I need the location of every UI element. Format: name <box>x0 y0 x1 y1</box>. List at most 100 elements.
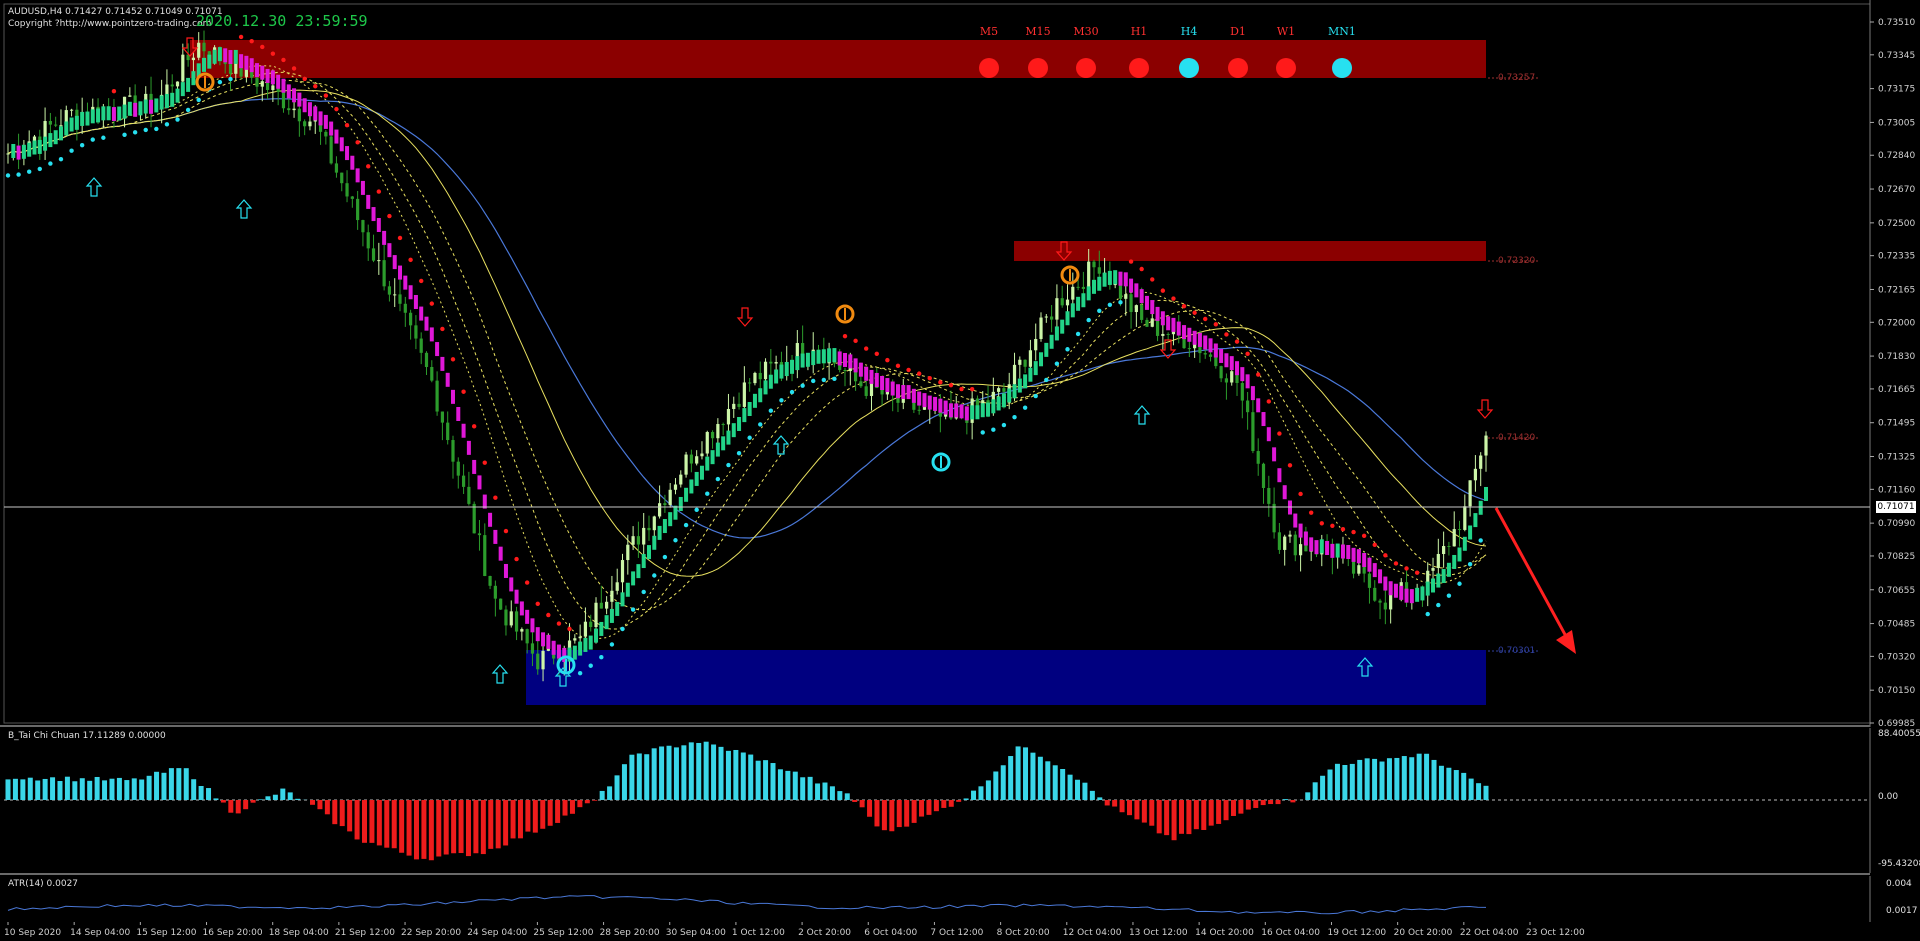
trend-ribbon-bar <box>1023 374 1028 389</box>
taichi-bar <box>399 800 405 853</box>
taichi-bar <box>391 800 397 849</box>
trend-ribbon-bar <box>1372 563 1377 578</box>
trend-ribbon-bar <box>398 265 403 280</box>
taichi-bar <box>1483 785 1489 800</box>
trailing-stop-up-dot <box>747 435 752 440</box>
price-tick-label: 0.70825 <box>1878 552 1915 562</box>
pane-divider-2[interactable] <box>0 873 1870 875</box>
trend-ribbon-bar <box>360 180 365 195</box>
atr-indicator-pane[interactable]: ATR(14) 0.0027 0.004 0.0017 <box>0 876 1920 922</box>
taichi-bar <box>64 776 70 800</box>
trailing-stop-up-dot <box>641 589 646 595</box>
taichi-bar <box>1357 759 1363 800</box>
trend-ribbon-bar <box>514 589 519 604</box>
trend-ribbon-bar <box>1261 412 1266 427</box>
candle-body <box>1378 600 1382 603</box>
trend-ribbon-bar <box>1235 361 1240 376</box>
price-tick-label: 0.72670 <box>1878 185 1915 195</box>
trailing-stop-up-dot <box>1446 593 1452 598</box>
trend-ribbon-bar <box>1399 585 1404 600</box>
taichi-bar <box>1104 800 1110 806</box>
trend-ribbon-bar <box>922 393 927 408</box>
trend-ribbon-bar <box>811 351 816 366</box>
taichi-bar <box>131 778 137 800</box>
taichi-bar <box>1126 800 1132 816</box>
taichi-bar <box>1372 758 1378 800</box>
candle-body <box>631 536 635 545</box>
taichi-bar <box>1037 756 1043 800</box>
trend-ribbon-bar <box>1129 278 1134 293</box>
taichi-bar <box>815 783 821 800</box>
trend-ribbon-bar <box>366 194 371 209</box>
trend-ribbon-bar <box>1393 583 1398 598</box>
trend-ribbon-bar <box>625 582 630 597</box>
candle-body <box>647 527 651 531</box>
trend-ribbon-bar <box>371 207 376 222</box>
trend-ribbon-bar <box>1039 352 1044 367</box>
trend-ribbon-bar <box>307 102 312 117</box>
candle-body <box>748 382 752 384</box>
pane-divider-1[interactable] <box>0 725 1870 727</box>
candle-body <box>679 474 683 485</box>
taichi-bar <box>978 786 984 800</box>
taichi-indicator-pane[interactable]: B_Tai Chi Chuan 17.11289 0.00000 88.4005… <box>0 728 1920 873</box>
trailing-stop-down-dot <box>1287 463 1293 468</box>
trend-ribbon-bar <box>991 399 996 414</box>
taichi-bar <box>465 800 471 857</box>
price-tick-label: 0.71160 <box>1878 485 1915 495</box>
timeframe-status-dot-w1 <box>1276 58 1296 78</box>
taichi-bar <box>220 800 226 803</box>
trend-ribbon-bar <box>636 564 641 579</box>
candle-body <box>1484 435 1488 456</box>
trailing-stop-up-dot <box>832 376 837 382</box>
candle-body <box>726 408 731 425</box>
trailing-stop-down-dot <box>1192 310 1197 315</box>
taichi-bar <box>755 760 761 800</box>
trend-ribbon-bar <box>159 95 164 110</box>
price-tick-label: 0.73005 <box>1878 118 1915 128</box>
main-chart-pane[interactable]: 0.73510 0.73345 0.73175 0.73005 0.72840 0.726… <box>0 0 1920 727</box>
atr-line <box>7 895 1487 915</box>
taichi-bar <box>1253 800 1259 808</box>
candle-body <box>997 388 1001 392</box>
candle-body <box>774 362 778 364</box>
taichi-bar <box>844 793 850 800</box>
taichi-bar <box>688 742 694 800</box>
trailing-stop-up-dot <box>154 126 159 132</box>
candle-body <box>1028 350 1033 367</box>
trend-ribbon-bar <box>1171 317 1176 332</box>
buy-arrow-icon <box>1133 405 1151 425</box>
trend-ribbon-bar <box>996 396 1001 411</box>
trend-ribbon-bar <box>556 644 561 659</box>
timeframe-label-w1: W1 <box>1277 25 1295 38</box>
trailing-stop-down-dot <box>874 351 879 356</box>
candle-body <box>334 163 339 173</box>
candle-body <box>1224 378 1229 383</box>
time-tick-label: 16 Oct 04:00 <box>1261 928 1320 938</box>
trend-ribbon-bar <box>874 372 879 387</box>
trailing-stop-down-dot <box>556 621 562 626</box>
price-chart[interactable]: 0.73510 0.73345 0.73175 0.73005 0.72840 0.726… <box>0 0 1920 727</box>
trend-ribbon-bar <box>403 275 408 290</box>
trend-ribbon-bar <box>715 442 720 457</box>
trend-ribbon-bar <box>228 50 233 65</box>
taichi-bar <box>1327 769 1333 800</box>
trend-ribbon-bar <box>1007 388 1012 403</box>
taichi-bar <box>1141 800 1147 823</box>
buy-arrow-icon <box>235 199 253 219</box>
candle-body <box>260 81 264 87</box>
candle-body <box>626 544 630 561</box>
candle-body <box>366 232 370 249</box>
trend-ribbon-bar <box>689 479 694 494</box>
trend-ribbon-bar <box>948 403 953 418</box>
candle-body <box>48 121 52 125</box>
candle-body <box>1367 573 1372 588</box>
taichi-bar <box>1305 792 1311 800</box>
trend-ribbon-bar <box>281 78 286 93</box>
trailing-stop-up-dot <box>5 173 11 178</box>
candle-body <box>1055 298 1059 320</box>
timeframe-status-dot-d1 <box>1228 58 1248 78</box>
trailing-stop-down-dot <box>1224 332 1229 337</box>
trailing-stop-up-dot <box>132 130 138 135</box>
trend-ribbon-bar <box>21 144 26 159</box>
